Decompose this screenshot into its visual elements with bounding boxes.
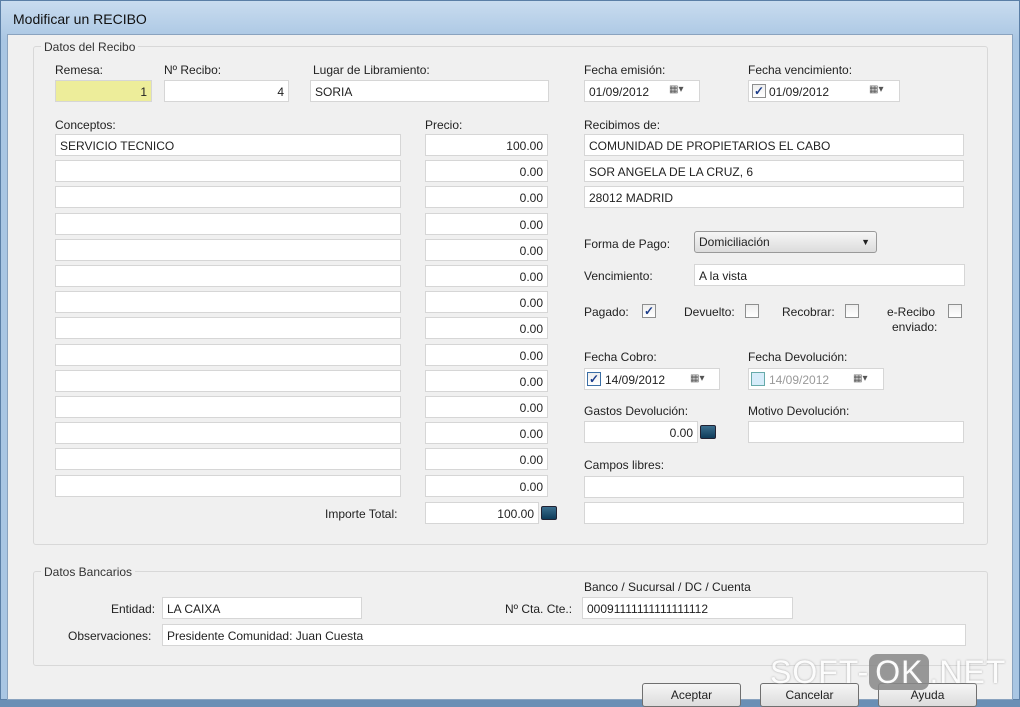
precio-input[interactable]: 0.00 xyxy=(425,265,548,287)
concepto-input[interactable] xyxy=(55,448,401,471)
campo-libre-1[interactable] xyxy=(584,476,964,498)
calendar-dropdown-icon[interactable]: ▦▾ xyxy=(869,84,891,96)
cuenta-header: Banco / Sucursal / DC / Cuenta xyxy=(584,580,751,594)
motivo-dev-label: Motivo Devolución: xyxy=(748,404,850,418)
concepto-input[interactable] xyxy=(55,265,401,287)
fecha-dev-checkbox[interactable] xyxy=(751,372,765,386)
entidad-label: Entidad: xyxy=(111,602,156,616)
recobrar-checkbox[interactable] xyxy=(845,304,859,318)
precio-input[interactable]: 0.00 xyxy=(425,186,548,209)
recibimos-label: Recibimos de: xyxy=(584,118,661,132)
importe-label: Importe Total: xyxy=(325,507,398,521)
calendar-dropdown-icon[interactable]: ▦▾ xyxy=(690,373,712,385)
nrecibo-label: Nº Recibo: xyxy=(164,63,222,77)
motivo-dev-input[interactable] xyxy=(748,421,964,443)
concepto-input[interactable] xyxy=(55,343,401,366)
lugar-input[interactable]: SORIA xyxy=(310,80,549,102)
calendar-dropdown-icon[interactable]: ▦▾ xyxy=(853,373,875,385)
precio-input[interactable]: 0.00 xyxy=(425,343,548,366)
cuenta-input[interactable]: 00091111111111111112 xyxy=(582,597,793,619)
fecha-cobro-value: 14/09/2012 xyxy=(605,373,666,387)
recibimos-line-3[interactable]: 28012 MADRID xyxy=(584,186,964,208)
vencimiento-label: Vencimiento: xyxy=(584,269,653,283)
watermark-a: SOFT- xyxy=(770,654,870,690)
fecha-dev-value: 14/09/2012 xyxy=(769,373,830,387)
recobrar-label: Recobrar: xyxy=(782,305,835,319)
concepto-input[interactable] xyxy=(55,396,401,418)
precio-input[interactable]: 0.00 xyxy=(425,396,548,418)
precio-input[interactable]: 0.00 xyxy=(425,212,548,235)
concepto-input[interactable] xyxy=(55,291,401,314)
entidad-input[interactable]: LA CAIXA xyxy=(162,597,362,619)
vencimiento-input[interactable]: A la vista xyxy=(694,264,965,286)
group-label: Datos del Recibo xyxy=(41,40,139,54)
concepto-input[interactable] xyxy=(55,238,401,261)
watermark-c: .NET xyxy=(929,654,1007,690)
erecibo-label: e-Recibo xyxy=(887,305,936,319)
precio-input[interactable]: 0.00 xyxy=(425,238,548,261)
forma-pago-value: Domiciliación xyxy=(699,235,770,249)
erecibo-label-2: enviado: xyxy=(892,320,938,334)
concepto-input[interactable] xyxy=(55,186,401,209)
concepto-input[interactable] xyxy=(55,474,401,497)
calculator-icon[interactable] xyxy=(700,425,716,439)
precio-input[interactable]: 0.00 xyxy=(425,369,548,392)
conceptos-label: Conceptos: xyxy=(55,118,116,132)
group-label: Datos Bancarios xyxy=(41,565,136,579)
concepto-input[interactable] xyxy=(55,160,401,183)
gastos-dev-input[interactable]: 0.00 xyxy=(584,421,698,443)
precio-label: Precio: xyxy=(425,118,463,132)
concepto-input[interactable] xyxy=(55,317,401,340)
concepto-input[interactable] xyxy=(55,369,401,392)
recibimos-line-2[interactable]: SOR ANGELA DE LA CRUZ, 6 xyxy=(584,160,964,182)
nrecibo-input[interactable]: 4 xyxy=(164,80,289,102)
recibimos-line-1[interactable]: COMUNIDAD DE PROPIETARIOS EL CABO xyxy=(584,134,964,156)
remesa-label: Remesa: xyxy=(55,63,104,77)
pagado-label: Pagado: xyxy=(584,305,629,319)
campo-libre-2[interactable] xyxy=(584,502,964,524)
precio-input[interactable]: 0.00 xyxy=(425,291,548,314)
fecha-venc-label: Fecha vencimiento: xyxy=(748,63,853,77)
fecha-cobro-checkbox[interactable]: ✓ xyxy=(587,372,601,386)
lugar-label: Lugar de Libramiento: xyxy=(313,63,430,77)
precio-input[interactable]: 0.00 xyxy=(425,422,548,445)
watermark: SOFT- OK .NET xyxy=(770,654,1006,691)
concepto-input[interactable]: SERVICIO TECNICO xyxy=(55,134,401,156)
erecibo-checkbox[interactable] xyxy=(948,304,962,318)
observaciones-label: Observaciones: xyxy=(68,629,152,643)
precio-input[interactable]: 0.00 xyxy=(425,448,548,471)
calendar-dropdown-icon[interactable]: ▦▾ xyxy=(669,84,691,96)
fecha-emision-value: 01/09/2012 xyxy=(589,85,650,99)
concepto-input[interactable] xyxy=(55,212,401,235)
cuenta-label: Nº Cta. Cte.: xyxy=(505,602,573,616)
devuelto-label: Devuelto: xyxy=(684,305,735,319)
precio-input[interactable]: 0.00 xyxy=(425,474,548,497)
fecha-venc-checkbox[interactable]: ✓ xyxy=(752,84,766,98)
pagado-checkbox[interactable]: ✓ xyxy=(642,304,656,318)
gastos-dev-label: Gastos Devolución: xyxy=(584,404,689,418)
watermark-b: OK xyxy=(869,654,930,690)
fecha-cobro-label: Fecha Cobro: xyxy=(584,350,657,364)
concepto-input[interactable] xyxy=(55,422,401,445)
fecha-dev-label: Fecha Devolución: xyxy=(748,350,848,364)
aceptar-button[interactable]: Aceptar xyxy=(642,683,741,707)
calculator-icon[interactable] xyxy=(541,506,557,520)
precio-input[interactable]: 0.00 xyxy=(425,317,548,340)
precio-input[interactable]: 100.00 xyxy=(425,134,548,156)
precio-input[interactable]: 0.00 xyxy=(425,160,548,183)
observaciones-input[interactable]: Presidente Comunidad: Juan Cuesta xyxy=(162,624,966,646)
importe-total: 100.00 xyxy=(425,502,539,524)
forma-pago-select[interactable]: Domiciliación ▼ xyxy=(694,231,877,253)
fecha-emision-label: Fecha emisión: xyxy=(584,63,666,77)
remesa-input[interactable]: 1 xyxy=(55,80,152,102)
chevron-down-icon: ▼ xyxy=(861,237,870,247)
forma-pago-label: Forma de Pago: xyxy=(584,237,671,251)
devuelto-checkbox[interactable] xyxy=(745,304,759,318)
campos-libres-label: Campos libres: xyxy=(584,458,665,472)
fecha-venc-value: 01/09/2012 xyxy=(769,85,830,99)
